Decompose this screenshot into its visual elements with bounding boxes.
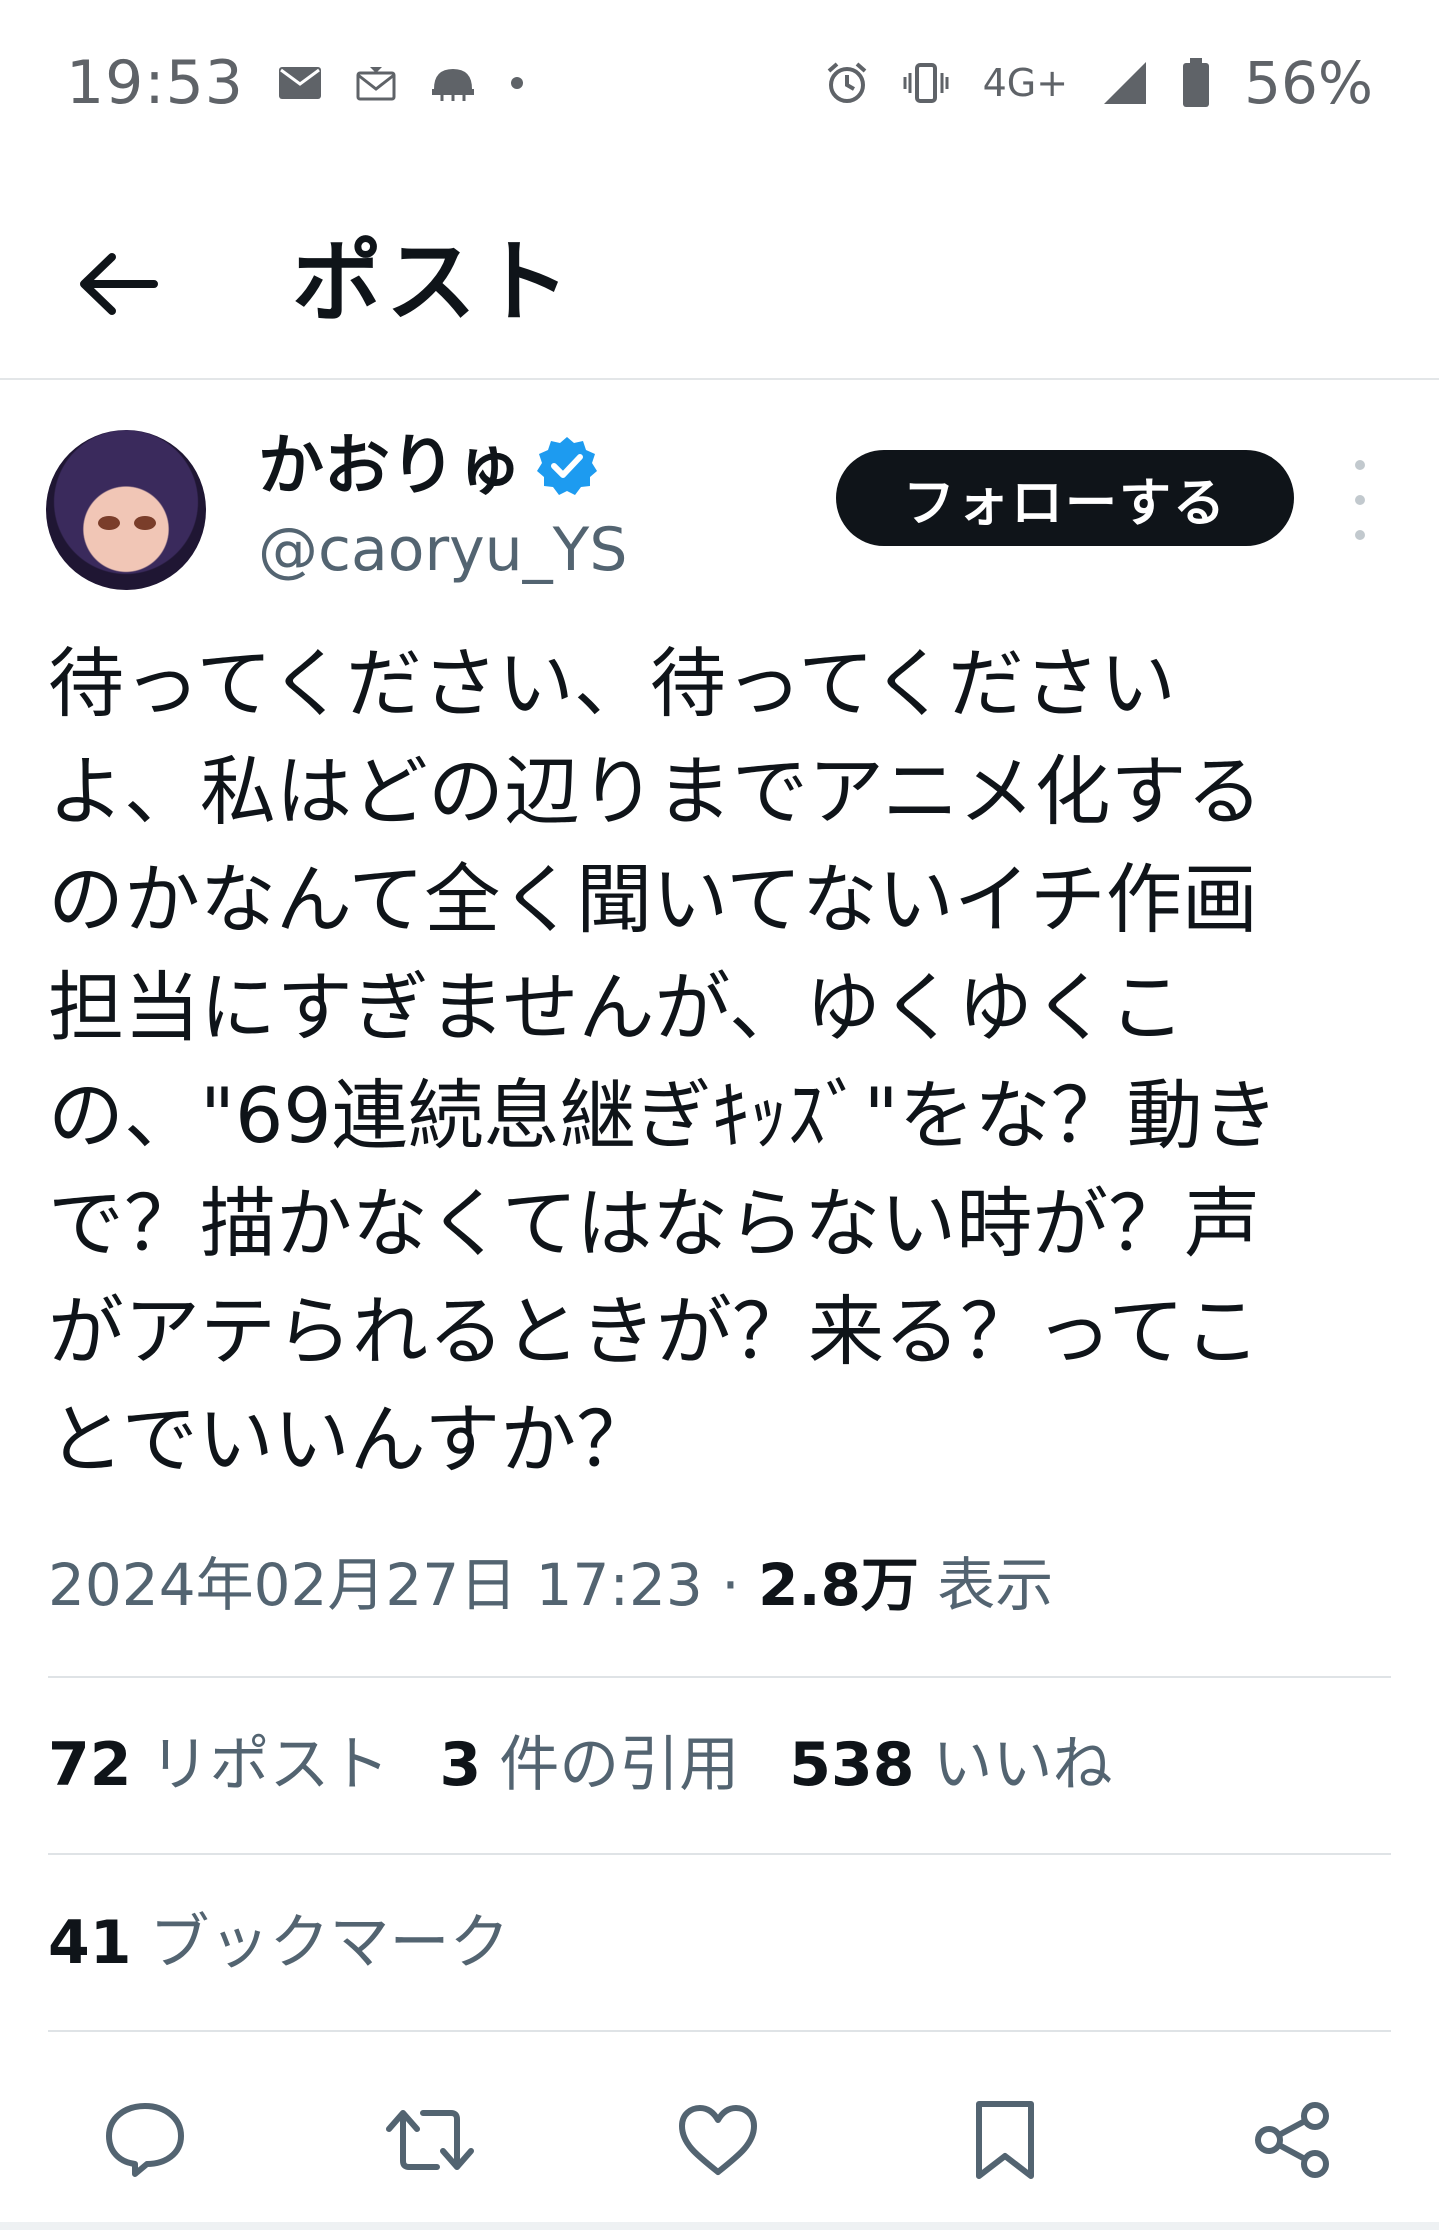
reposts-label: リポスト (149, 1730, 390, 1800)
post-timestamp[interactable]: 2024年02月27日 17:23 (48, 1551, 703, 1619)
divider (48, 2030, 1391, 2032)
author-handle[interactable]: @caoryu_YS (258, 512, 627, 588)
repost-button[interactable] (375, 2085, 485, 2195)
quotes-label: 件の引用 (499, 1730, 740, 1800)
dot-icon (510, 76, 524, 90)
alarm-icon (825, 61, 869, 105)
engagement-stats: 72 リポスト 3 件の引用 538 いいね (48, 1725, 1113, 1805)
network-type: 4G+ (982, 60, 1069, 105)
share-icon (1255, 2102, 1329, 2178)
bookmark-icon (976, 2101, 1034, 2179)
reposts-stat[interactable]: 72 リポスト (48, 1725, 390, 1805)
like-icon (679, 2105, 757, 2175)
status-time: 19:53 (66, 47, 244, 118)
post-meta: 2024年02月27日 17:23 · 2.8万 表示 (48, 1545, 1053, 1625)
status-bar: 19:53 4G+ 56% (0, 0, 1439, 165)
mail-outline-icon (356, 65, 396, 101)
views-label: 表示 (937, 1551, 1054, 1619)
back-button[interactable] (68, 234, 168, 334)
likes-count: 538 (789, 1730, 915, 1800)
divider (48, 1676, 1391, 1678)
battery-icon (1182, 57, 1210, 108)
app-bar: ポスト (0, 190, 1439, 380)
reply-button[interactable] (90, 2085, 200, 2195)
bottom-divider (0, 2222, 1439, 2230)
bookmarks-label: ブックマーク (149, 1908, 510, 1978)
mail-icon (278, 66, 322, 100)
vibrate-icon (903, 62, 949, 103)
bookmarks-stat[interactable]: 41 ブックマーク (48, 1903, 510, 1983)
likes-label: いいね (932, 1730, 1113, 1800)
action-bar (0, 2085, 1439, 2195)
verified-badge-icon (537, 437, 597, 495)
follow-button[interactable]: フォローする (836, 450, 1294, 546)
page-title: ポスト (292, 230, 574, 335)
views-count: 2.8万 (758, 1551, 919, 1619)
vertical-dots-icon[interactable] (1340, 460, 1380, 540)
quotes-stat[interactable]: 3 件の引用 (440, 1725, 740, 1805)
reposts-count: 72 (48, 1730, 132, 1800)
battery-percent: 56% (1244, 48, 1373, 117)
quotes-count: 3 (439, 1730, 482, 1800)
author-row: かおりゅ @caoryu_YS フォローする (0, 420, 1439, 600)
repost-icon (386, 2110, 474, 2170)
like-button[interactable] (663, 2085, 773, 2195)
meta-separator: · (721, 1551, 740, 1619)
display-name-text: かおりゅ (258, 427, 522, 504)
post-text: 待ってください、待ってください よ、私はどの辺りまでアニメ化する のかなんて全く… (48, 639, 1279, 1484)
share-button[interactable] (1238, 2085, 1348, 2195)
divider (48, 1853, 1391, 1855)
reply-icon (106, 2103, 184, 2177)
likes-stat[interactable]: 538 いいね (789, 1725, 1112, 1805)
arrow-left-icon (80, 253, 158, 315)
author-display-name[interactable]: かおりゅ (258, 426, 598, 506)
bookmarks-count: 41 (48, 1908, 132, 1978)
bookmark-button[interactable] (950, 2085, 1060, 2195)
signal-icon (1102, 60, 1148, 106)
avatar[interactable] (46, 430, 206, 590)
helmet-icon (430, 63, 476, 103)
